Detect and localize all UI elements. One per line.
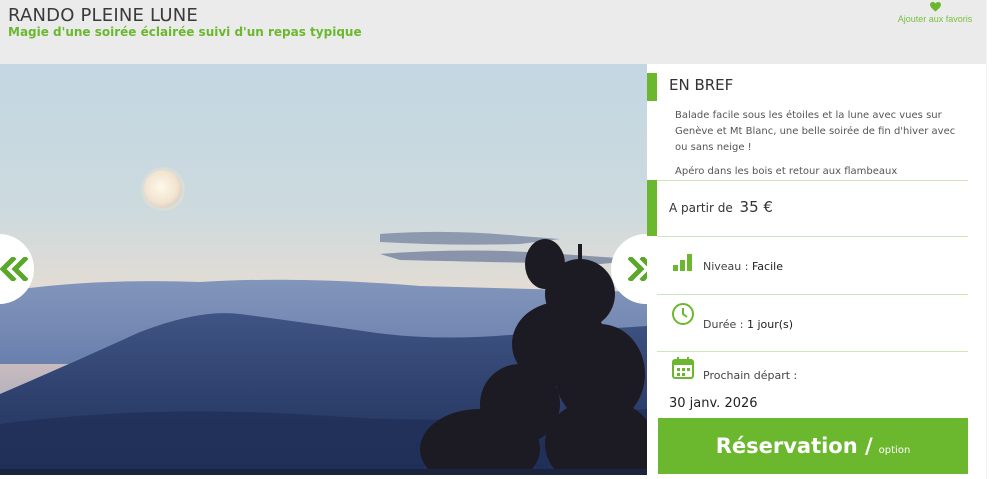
- price-value: 35 €: [739, 198, 773, 216]
- accent-bar: [647, 73, 657, 101]
- duration-text: Durée : 1 jour(s): [703, 318, 793, 331]
- clock-icon: [672, 303, 694, 325]
- level-text: Niveau : Facile: [703, 260, 783, 273]
- page-header: RANDO PLEINE LUNE Magie d'une soirée écl…: [0, 0, 986, 64]
- divider: [657, 294, 968, 295]
- level-label: Niveau :: [703, 260, 752, 273]
- reservation-option-label: option: [878, 444, 911, 456]
- right-edge: [986, 0, 1000, 479]
- divider: [657, 351, 968, 352]
- double-chevron-left-icon: [0, 257, 28, 281]
- reservation-button[interactable]: Réservation / option: [658, 418, 968, 474]
- summary-panel: EN BREF Balade facile sous les étoiles e…: [647, 64, 986, 479]
- signal-bars-icon: [673, 254, 692, 271]
- add-to-favorites-button[interactable]: Ajouter aux favoris: [890, 0, 980, 24]
- description-paragraph: Balade facile sous les étoiles et la lun…: [675, 110, 956, 153]
- price: A partir de 35 €: [669, 198, 773, 216]
- duration-label: Durée :: [703, 318, 747, 331]
- hero-image: [0, 64, 647, 475]
- favorite-label: Ajouter aux favoris: [897, 14, 973, 24]
- page-title: RANDO PLEINE LUNE: [8, 5, 198, 26]
- divider: [657, 180, 968, 181]
- summary-heading-text: EN BREF: [669, 76, 734, 94]
- price-prefix: A partir de: [669, 201, 733, 215]
- price-accent-bar: [647, 180, 657, 236]
- description-paragraph: Apéro dans les bois et retour aux flambe…: [675, 166, 898, 177]
- page-subtitle: Magie d'une soirée éclairée suivi d'un r…: [8, 25, 362, 39]
- reservation-label: Réservation /: [715, 434, 873, 458]
- calendar-icon: [672, 357, 694, 379]
- summary-description: Balade facile sous les étoiles et la lun…: [675, 108, 970, 188]
- duration-value: 1 jour(s): [746, 318, 794, 331]
- summary-heading: EN BREF: [647, 73, 967, 101]
- level-value: Facile: [751, 260, 783, 273]
- divider: [657, 236, 968, 237]
- departure-label: Prochain départ :: [703, 369, 798, 382]
- heart-icon: [929, 2, 941, 12]
- next-departure-date: 30 janv. 2026: [669, 396, 758, 411]
